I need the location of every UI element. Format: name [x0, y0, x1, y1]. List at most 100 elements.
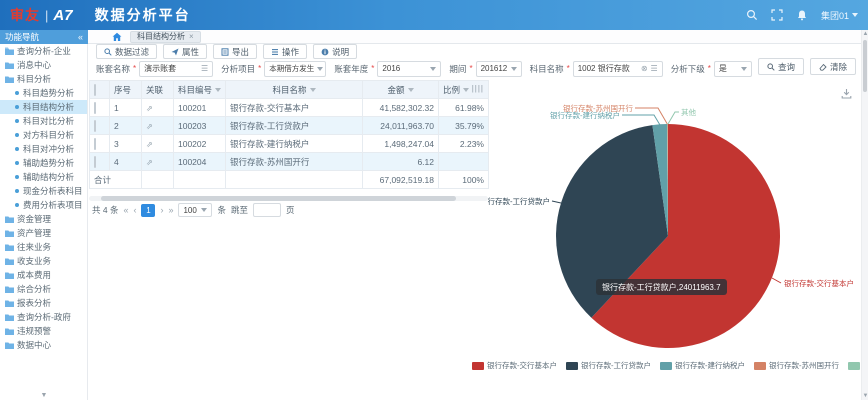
sidebar-item-asset-management[interactable]: 资产管理 — [0, 226, 87, 240]
link-icon[interactable]: ⇗ — [146, 140, 153, 149]
current-page-button[interactable]: 1 — [141, 204, 155, 217]
sidebar-item-message-center[interactable]: 消息中心 — [0, 58, 87, 72]
sidebar-item-subject-compare[interactable]: 科目对比分析 — [0, 114, 87, 128]
jump-unit: 页 — [286, 204, 295, 216]
first-page-button[interactable]: « — [123, 205, 128, 215]
link-icon[interactable]: ⇗ — [146, 122, 153, 131]
sort-icon[interactable] — [463, 88, 469, 92]
row-checkbox[interactable] — [94, 156, 96, 168]
sidebar-item-subject-trend[interactable]: 科目趋势分析 — [0, 86, 87, 100]
jump-page-input[interactable] — [253, 203, 281, 217]
home-icon[interactable] — [112, 32, 122, 42]
column-settings-icon[interactable]: |||| — [472, 84, 484, 93]
select-all-checkbox[interactable] — [94, 84, 96, 96]
year-field: 账套年度* 2016 — [334, 61, 441, 77]
sidebar-item-aux-structure[interactable]: 辅助结构分析 — [0, 170, 87, 184]
clear-button[interactable]: 清除 — [810, 58, 856, 75]
sidebar-item-counterpart-subject[interactable]: 对方科目分析 — [0, 128, 87, 142]
legend-item[interactable]: 银行存款-交行基本户 — [472, 360, 557, 371]
col-code[interactable]: 科目编号 — [174, 81, 226, 99]
logo-brand: 审友 — [10, 5, 40, 25]
sidebar-item-comprehensive-analysis[interactable]: 综合分析 — [0, 282, 87, 296]
total-amount: 67,092,519.18 — [363, 171, 439, 189]
link-icon[interactable]: ⇗ — [146, 104, 153, 113]
sidebar-item-expense-analysis-item[interactable]: 费用分析表项目 — [0, 198, 87, 212]
col-link[interactable]: 关联 — [142, 81, 174, 99]
chevron-down-icon — [741, 67, 747, 71]
document-icon — [221, 48, 229, 56]
chevron-down-icon — [201, 208, 207, 212]
sidebar-item-subject-offset[interactable]: 科目对冲分析 — [0, 142, 87, 156]
tab-subject-structure[interactable]: 科目结构分析 × — [130, 31, 201, 43]
sort-icon[interactable] — [310, 88, 316, 92]
sidebar-scroll-down-icon[interactable]: ▼ — [0, 392, 88, 399]
sort-icon[interactable] — [408, 88, 414, 92]
data-filter-button[interactable]: 数据过滤 — [96, 44, 157, 59]
col-name[interactable]: 科目名称 — [226, 81, 363, 99]
collapse-sidebar-icon[interactable]: « — [78, 32, 83, 42]
period-label: 期间 — [449, 63, 466, 75]
row-checkbox[interactable] — [94, 138, 96, 150]
sidebar-item-query-analysis-government[interactable]: 查询分析-政府 — [0, 310, 87, 324]
sidebar-item-fund-management[interactable]: 资金管理 — [0, 212, 87, 226]
list-picker-icon[interactable]: ☰ — [651, 65, 658, 73]
query-button[interactable]: 查询 — [758, 58, 804, 75]
sidebar-item-income-expense[interactable]: 收支业务 — [0, 254, 87, 268]
table-row[interactable]: 3 ⇗ 100202 银行存款-建行纳税户 1,498,247.04 2.23% — [90, 135, 489, 153]
sidebar-item-subject-structure[interactable]: 科目结构分析 — [0, 100, 87, 114]
bell-icon[interactable] — [796, 9, 808, 21]
pie-chart-panel: 银行存款-工行贷款户 银行存款-交行基本户 银行存款-建行纳税户 银行存款-苏州… — [488, 74, 862, 400]
chevron-down-icon — [511, 67, 517, 71]
clear-icon[interactable]: ⊗ — [641, 65, 648, 73]
close-icon[interactable]: × — [189, 32, 194, 41]
year-select[interactable]: 2016 — [377, 61, 441, 77]
list-picker-icon[interactable]: ☰ — [201, 65, 208, 73]
col-amount[interactable]: 金额 — [363, 81, 439, 99]
operations-button[interactable]: 操作 — [263, 44, 307, 59]
row-checkbox[interactable] — [94, 120, 96, 132]
logo-separator: | — [45, 8, 48, 23]
properties-button[interactable]: 属性 — [163, 44, 207, 59]
user-menu[interactable]: 集团01 — [821, 9, 858, 22]
page-size-select[interactable]: 100 — [178, 203, 212, 217]
prev-page-button[interactable]: ‹ — [133, 205, 136, 215]
sidebar-item-report-analysis[interactable]: 报表分析 — [0, 296, 87, 310]
label-line — [552, 201, 561, 203]
sidebar-item-query-analysis-enterprise[interactable]: 查询分析-企业 — [0, 44, 87, 58]
last-page-button[interactable]: » — [168, 205, 173, 215]
search-icon[interactable] — [746, 9, 758, 21]
sort-icon[interactable] — [215, 88, 221, 92]
table-row[interactable]: 2 ⇗ 100203 银行存款-工行贷款户 24,011,963.70 35.7… — [90, 117, 489, 135]
table-horizontal-scrollbar[interactable] — [89, 196, 488, 201]
scroll-down-icon[interactable]: ▼ — [862, 393, 868, 399]
account-set-input[interactable]: 演示账套 ☰ — [139, 61, 213, 77]
legend-item[interactable]: 银行存款-建行纳税户 — [660, 360, 745, 371]
next-page-button[interactable]: › — [160, 205, 163, 215]
analysis-item-select[interactable]: 本期借方发生 — [264, 61, 326, 77]
jump-label: 跳至 — [231, 204, 248, 216]
export-button[interactable]: 导出 — [213, 44, 257, 59]
legend-item[interactable]: 银行存款-苏州国开行 — [754, 360, 839, 371]
sidebar-item-subject-analysis[interactable]: 科目分析 — [0, 72, 87, 86]
scrollbar-thumb[interactable] — [101, 196, 456, 201]
scroll-up-icon[interactable]: ▲ — [862, 31, 868, 37]
help-button[interactable]: 说明 — [313, 44, 357, 59]
sidebar-item-aux-trend[interactable]: 辅助趋势分析 — [0, 156, 87, 170]
sidebar-item-violation-warning[interactable]: 违规预警 — [0, 324, 87, 338]
scrollbar-thumb[interactable] — [863, 40, 867, 92]
sidebar-item-cash-analysis-subject[interactable]: 现金分析表科目 — [0, 184, 87, 198]
sidebar-item-data-center[interactable]: 数据中心 — [0, 338, 87, 352]
table-row[interactable]: 1 ⇗ 100201 银行存款-交行基本户 41,582,302.32 61.9… — [90, 99, 489, 117]
col-ratio[interactable]: 比例|||| — [439, 81, 489, 99]
col-no[interactable]: 序号 — [110, 81, 142, 99]
fullscreen-icon[interactable] — [771, 9, 783, 21]
legend-item[interactable]: 银行存款-工行贷款户 — [566, 360, 651, 371]
required-star: * — [258, 64, 261, 73]
row-checkbox[interactable] — [94, 102, 96, 114]
sidebar-item-current-business[interactable]: 往来业务 — [0, 240, 87, 254]
sidebar-item-cost-expense[interactable]: 成本费用 — [0, 268, 87, 282]
link-icon[interactable]: ⇗ — [146, 158, 153, 167]
label-line — [772, 278, 781, 283]
window-vertical-scrollbar[interactable]: ▲ ▼ — [861, 30, 868, 400]
table-row[interactable]: 4 ⇗ 100204 银行存款-苏州国开行 6.12 — [90, 153, 489, 171]
